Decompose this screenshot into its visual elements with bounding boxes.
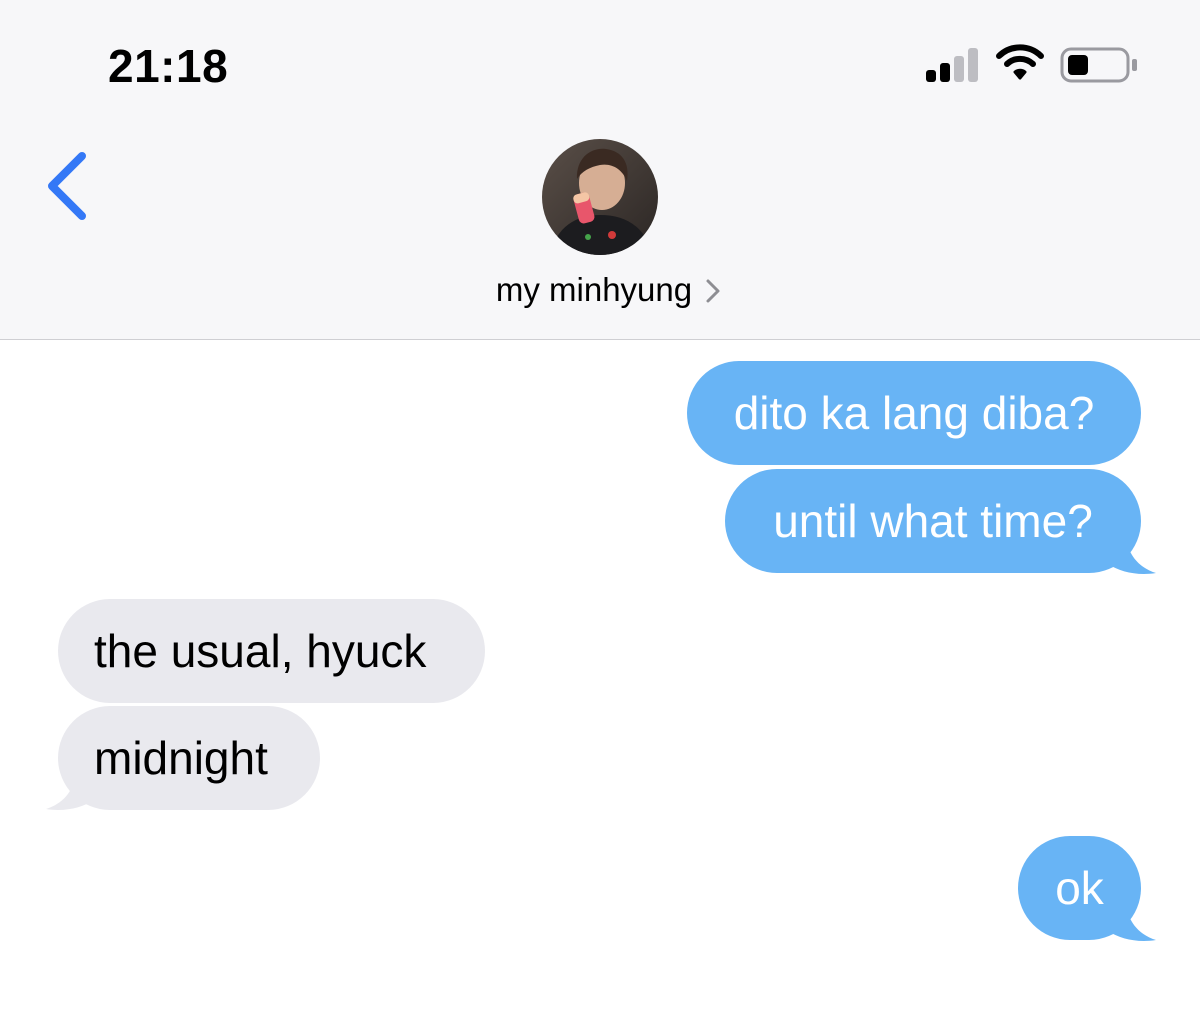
- back-button[interactable]: [36, 146, 100, 230]
- chevron-left-icon: [48, 152, 86, 220]
- message-bubble-sent[interactable]: until what time?: [725, 469, 1141, 573]
- conversation-header: 21:18 my minhyung: [0, 0, 1200, 340]
- avatar-photo: [542, 139, 658, 255]
- received-bubble-tail: [46, 772, 94, 810]
- avatar[interactable]: [542, 139, 658, 255]
- status-time: 21:18: [108, 40, 229, 92]
- message-bubble-sent[interactable]: dito ka lang diba?: [687, 361, 1141, 465]
- sent-bubble-tail: [1108, 536, 1156, 574]
- contact-name: my minhyung: [495, 271, 693, 308]
- messages-screen: 21:18 my minhyung dito ka lang diba? unt…: [0, 0, 1200, 1029]
- wifi-icon: [996, 44, 1044, 80]
- chevron-right-icon: [706, 279, 720, 303]
- contact-details-link[interactable]: my minhyung: [0, 266, 1200, 314]
- signal-icon: [926, 48, 978, 82]
- message-bubble-received[interactable]: midnight: [58, 706, 320, 810]
- message-bubble-received[interactable]: the usual, hyuck: [58, 599, 485, 703]
- sent-bubble-tail: [1108, 903, 1156, 941]
- battery-icon: [1060, 47, 1137, 83]
